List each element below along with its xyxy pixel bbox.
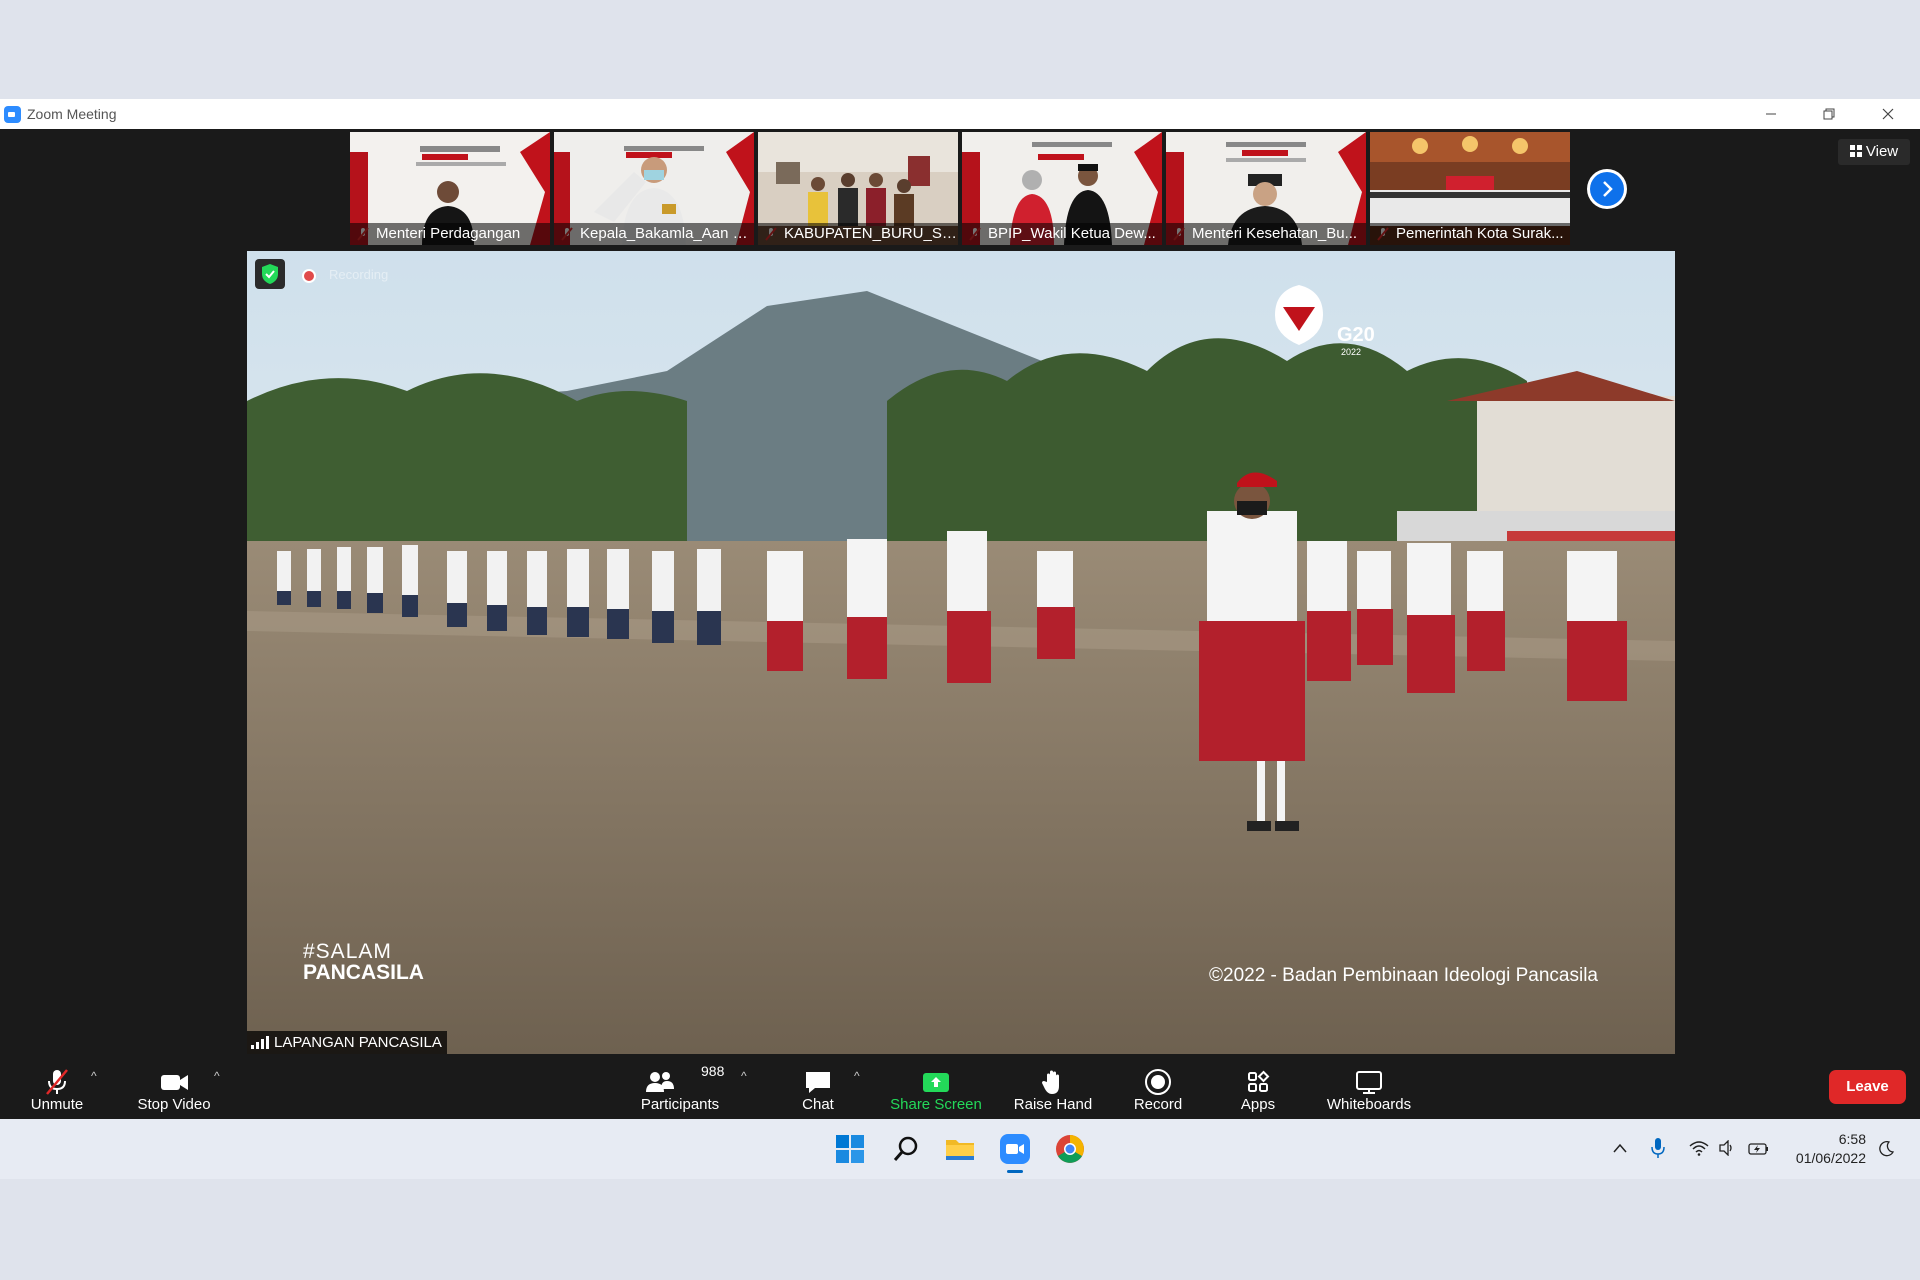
record-icon: [1145, 1069, 1171, 1095]
clock-time[interactable]: 6:58: [1770, 1131, 1866, 1147]
stop-video-button[interactable]: Stop Video: [124, 1055, 224, 1119]
participants-button[interactable]: 988 Participants: [630, 1055, 730, 1119]
active-speaker-video: G20 2022 Recording #SALAM PANCASILA ©202…: [247, 251, 1675, 1054]
security-shield-icon[interactable]: [255, 259, 285, 289]
minimize-icon: [1766, 113, 1776, 115]
participant-tile[interactable]: Menteri Kesehatan_Bu...: [1166, 132, 1366, 245]
next-page-button[interactable]: [1587, 169, 1627, 209]
participants-label: Participants: [640, 1096, 720, 1113]
audio-options-caret[interactable]: ^: [91, 1069, 97, 1083]
raise-hand-button[interactable]: Raise Hand: [1004, 1055, 1102, 1119]
recording-indicator-icon: [302, 269, 316, 283]
participants-options-caret[interactable]: ^: [741, 1069, 747, 1083]
unmute-label: Unmute: [30, 1096, 84, 1113]
chevron-right-icon: [1603, 181, 1613, 197]
participant-name: Menteri Perdagangan: [350, 223, 550, 245]
svg-text:G20: G20: [1337, 324, 1375, 346]
video-camera-icon: [161, 1075, 188, 1090]
restore-icon: [1823, 108, 1835, 120]
hashtag-line1: #SALAM: [303, 940, 392, 963]
apps-icon: [1248, 1070, 1270, 1092]
window-titlebar: Zoom Meeting: [0, 99, 1920, 129]
battery-charging-icon[interactable]: [1748, 1140, 1770, 1156]
search-icon: [893, 1136, 918, 1161]
apps-button[interactable]: Apps: [1216, 1055, 1300, 1119]
speaker-name-label: LAPANGAN PANCASILA: [247, 1031, 447, 1054]
whiteboards-button[interactable]: Whiteboards: [1318, 1055, 1420, 1119]
minimize-button[interactable]: [1743, 99, 1799, 129]
signal-bars-icon: [251, 1036, 269, 1049]
stop-video-label: Stop Video: [137, 1096, 211, 1113]
view-button[interactable]: View: [1838, 139, 1910, 165]
start-button[interactable]: [832, 1131, 868, 1167]
participant-name: Menteri Kesehatan_Bu...: [1166, 223, 1366, 245]
leave-button[interactable]: Leave: [1829, 1070, 1906, 1104]
whiteboards-label: Whiteboards: [1326, 1096, 1412, 1113]
search-button[interactable]: [888, 1131, 924, 1167]
recording-label: Recording: [329, 267, 389, 282]
record-label: Record: [1133, 1096, 1183, 1113]
participant-name: BPIP_Wakil Ketua Dew...: [962, 223, 1162, 245]
participant-tile[interactable]: Kepala_Bakamla_Aan K...: [554, 132, 754, 245]
windows-taskbar: 6:58 01/06/2022: [0, 1119, 1920, 1179]
chat-button[interactable]: Chat: [780, 1055, 856, 1119]
unmute-button[interactable]: Unmute: [14, 1055, 100, 1119]
participant-tile[interactable]: Pemerintah Kota Surak...: [1370, 132, 1570, 245]
ceremony-scene: G20 2022: [247, 251, 1675, 1054]
participant-name: Kepala_Bakamla_Aan K...: [554, 223, 754, 245]
file-explorer-button[interactable]: [942, 1131, 978, 1167]
close-button[interactable]: [1860, 99, 1916, 129]
speaker-name: LAPANGAN PANCASILA: [274, 1034, 442, 1051]
video-options-caret[interactable]: ^: [214, 1069, 220, 1083]
restore-button[interactable]: [1801, 99, 1857, 129]
close-icon: [1882, 108, 1894, 120]
chrome-icon: [1056, 1135, 1084, 1163]
hand-icon: [1042, 1070, 1059, 1094]
moon-icon[interactable]: [1878, 1141, 1894, 1157]
record-button[interactable]: Record: [1118, 1055, 1198, 1119]
active-app-indicator: [1007, 1170, 1023, 1173]
participant-name: Pemerintah Kota Surak...: [1370, 223, 1570, 245]
participant-name: KABUPATEN_BURU_SE...: [758, 223, 958, 245]
raise-hand-label: Raise Hand: [1013, 1096, 1093, 1113]
zoom-meeting-area: Menteri Perdagangan Kepala_Bakamla_Aan K…: [0, 129, 1920, 1119]
grid-icon: [1849, 145, 1862, 157]
zoom-app-icon: [1000, 1134, 1030, 1164]
chevron-up-icon[interactable]: [1612, 1142, 1628, 1154]
zoom-taskbar-button[interactable]: [997, 1131, 1033, 1173]
microphone-icon[interactable]: [1651, 1137, 1665, 1159]
participants-count: 988: [701, 1063, 725, 1079]
salam-pancasila-watermark: #SALAM PANCASILA: [303, 941, 424, 983]
whiteboard-icon: [1356, 1071, 1382, 1094]
hashtag-line2: PANCASILA: [303, 961, 424, 984]
participant-tile[interactable]: KABUPATEN_BURU_SE...: [758, 132, 958, 245]
volume-icon[interactable]: [1718, 1140, 1736, 1156]
share-screen-label: Share Screen: [890, 1096, 982, 1113]
chat-bubble-icon: [806, 1072, 830, 1093]
zoom-app-icon: [4, 106, 21, 123]
chrome-taskbar-button[interactable]: [1052, 1131, 1088, 1167]
chat-label: Chat: [802, 1096, 834, 1113]
chat-options-caret[interactable]: ^: [854, 1069, 860, 1083]
participant-tile[interactable]: Menteri Perdagangan: [350, 132, 550, 245]
apps-label: Apps: [1240, 1096, 1276, 1113]
view-label: View: [1865, 143, 1899, 160]
windows-logo-icon: [836, 1135, 864, 1163]
svg-text:2022: 2022: [1341, 347, 1361, 357]
copyright-text: ©2022 - Badan Pembinaan Ideologi Pancasi…: [1209, 965, 1598, 986]
microphone-muted-icon: [46, 1069, 68, 1095]
share-screen-button[interactable]: Share Screen: [884, 1055, 988, 1119]
meeting-controls: Unmute ^ Stop Video ^ 988 Participants ^…: [0, 1055, 1920, 1119]
folder-icon: [946, 1140, 974, 1160]
participants-icon: [646, 1072, 674, 1092]
clock-date[interactable]: 01/06/2022: [1770, 1150, 1866, 1166]
window-title: Zoom Meeting: [27, 106, 117, 122]
wifi-icon[interactable]: [1689, 1140, 1709, 1156]
share-screen-icon: [923, 1073, 949, 1092]
participant-tile[interactable]: BPIP_Wakil Ketua Dew...: [962, 132, 1162, 245]
